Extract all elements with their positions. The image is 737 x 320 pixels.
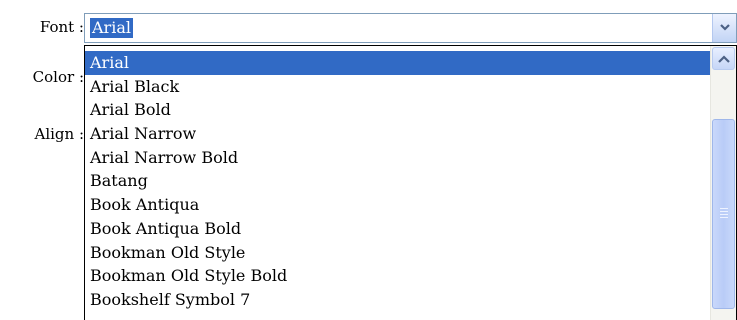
font-option[interactable]: Book Antiqua Bold — [85, 217, 710, 241]
font-select[interactable]: Arial — [84, 13, 737, 43]
chevron-down-icon — [720, 24, 730, 31]
color-label: Color : — [32, 68, 84, 86]
font-label: Font : — [39, 18, 84, 36]
font-select-value: Arial — [90, 18, 133, 38]
chevron-up-icon — [718, 55, 730, 63]
font-option[interactable]: Arial Narrow Bold — [85, 146, 710, 170]
font-option[interactable]: Bookman Old Style Bold — [85, 264, 710, 288]
font-dropdown-list[interactable]: Arial Arial Black Arial Bold Arial Narrow Ar… — [84, 45, 737, 320]
font-option[interactable]: Batang — [85, 169, 710, 193]
dropdown-scrollbar[interactable] — [710, 46, 736, 320]
font-option[interactable]: Arial Narrow — [85, 122, 710, 146]
font-option[interactable]: Arial Bold — [85, 98, 710, 122]
font-options: Arial Arial Black Arial Bold Arial Narrow Ar… — [85, 51, 710, 312]
font-option[interactable]: Arial — [85, 51, 710, 75]
font-option[interactable]: Book Antiqua — [85, 193, 710, 217]
font-option[interactable]: Bookshelf Symbol 7 — [85, 288, 710, 312]
scroll-up-button[interactable] — [712, 47, 735, 70]
font-select-dropdown-button[interactable] — [712, 14, 736, 42]
font-option[interactable]: Bookman Old Style — [85, 241, 710, 265]
font-option[interactable]: Arial Black — [85, 75, 710, 99]
align-label: Align : — [34, 125, 84, 143]
scroll-thumb[interactable] — [712, 119, 735, 309]
